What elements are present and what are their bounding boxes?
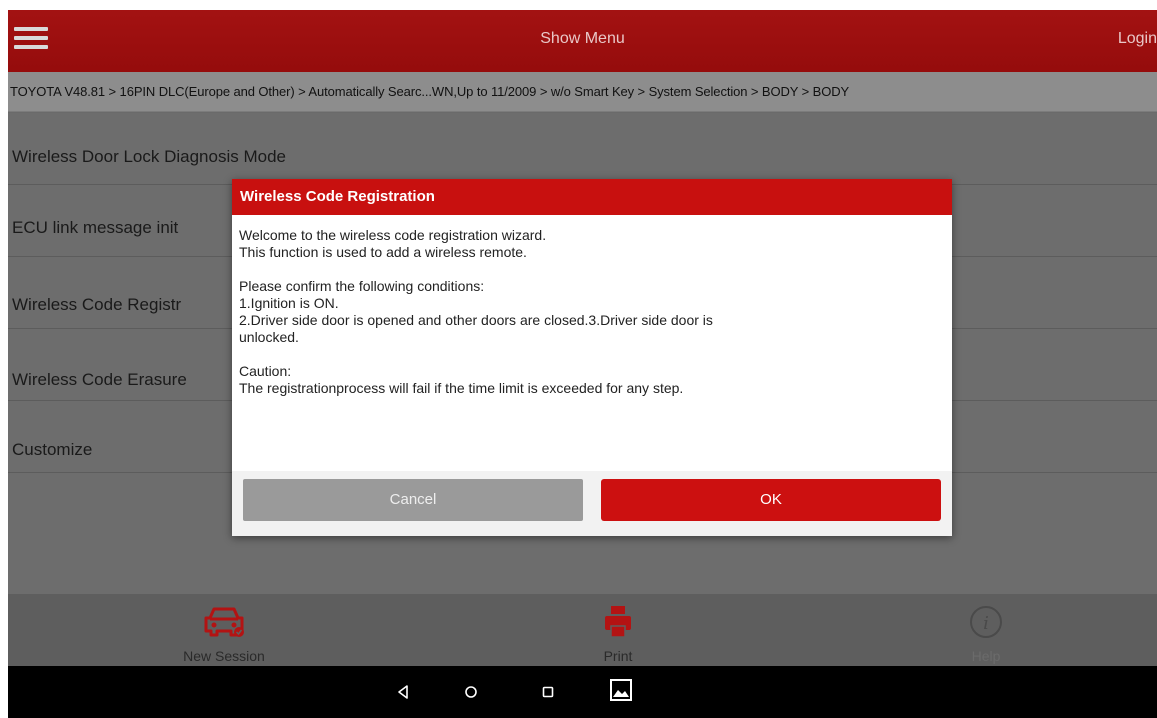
wireless-code-registration-dialog: Wireless Code Registration Welcome to th… [232, 179, 952, 536]
svg-text:i: i [983, 613, 989, 634]
dialog-footer: Cancel OK [232, 471, 952, 536]
dialog-line-caution: Caution: [239, 363, 292, 379]
list-item-wireless-door-lock-diagnosis[interactable]: Wireless Door Lock Diagnosis Mode [8, 113, 1157, 185]
page-title: Show Menu [540, 30, 625, 47]
dialog-line-warning: The registrationprocess will fail if the… [239, 380, 684, 396]
bottom-toolbar: New Session Print i Help [8, 594, 1157, 666]
list-item-label: ECU link message init [12, 218, 179, 237]
help-button[interactable]: i Help [886, 594, 1086, 666]
new-session-button[interactable]: New Session [124, 594, 324, 666]
dialog-line-confirm: Please confirm the following conditions: [239, 278, 485, 294]
dialog-line-doors: 2.Driver side door is opened and other d… [239, 312, 713, 328]
title-bar: Show Menu Login [8, 10, 1157, 72]
list-item-label: Wireless Code Erasure [12, 370, 187, 389]
print-button[interactable]: Print [518, 594, 718, 666]
list-item-label: Wireless Code Registr [12, 295, 182, 314]
car-icon [204, 607, 244, 637]
dialog-line-ignition: 1.Ignition is ON. [239, 295, 339, 311]
gallery-icon[interactable] [608, 675, 634, 707]
printer-icon [605, 606, 631, 638]
cancel-button[interactable]: Cancel [243, 479, 583, 521]
dialog-line-function: This function is used to add a wireless … [239, 244, 527, 260]
new-session-label: New Session [183, 648, 265, 664]
dialog-line-welcome: Welcome to the wireless code registratio… [239, 227, 547, 243]
list-item-label: Customize [12, 440, 93, 459]
print-label: Print [603, 648, 633, 664]
login-button[interactable]: Login [1118, 30, 1157, 48]
breadcrumb: TOYOTA V48.81 > 16PIN DLC(Europe and Oth… [8, 72, 1157, 112]
dialog-title: Wireless Code Registration [232, 179, 952, 215]
dialog-line-unlocked: unlocked. [239, 329, 299, 345]
help-label: Help [971, 648, 1001, 664]
app-window: Show Menu Login TOYOTA V48.81 > 16PIN DL… [8, 10, 1157, 718]
ok-button[interactable]: OK [601, 479, 941, 521]
info-icon: i [970, 606, 1002, 638]
dialog-message: Welcome to the wireless code registratio… [239, 227, 939, 397]
list-item-label: Wireless Door Lock Diagnosis Mode [12, 147, 286, 166]
top-strip [0, 0, 1157, 10]
system-nav-bar [8, 666, 1157, 718]
home-circle-icon[interactable] [460, 678, 482, 706]
recents-square-icon[interactable] [537, 678, 559, 706]
back-triangle-icon[interactable] [392, 678, 414, 706]
screen: Show Menu Login TOYOTA V48.81 > 16PIN DL… [0, 0, 1157, 718]
